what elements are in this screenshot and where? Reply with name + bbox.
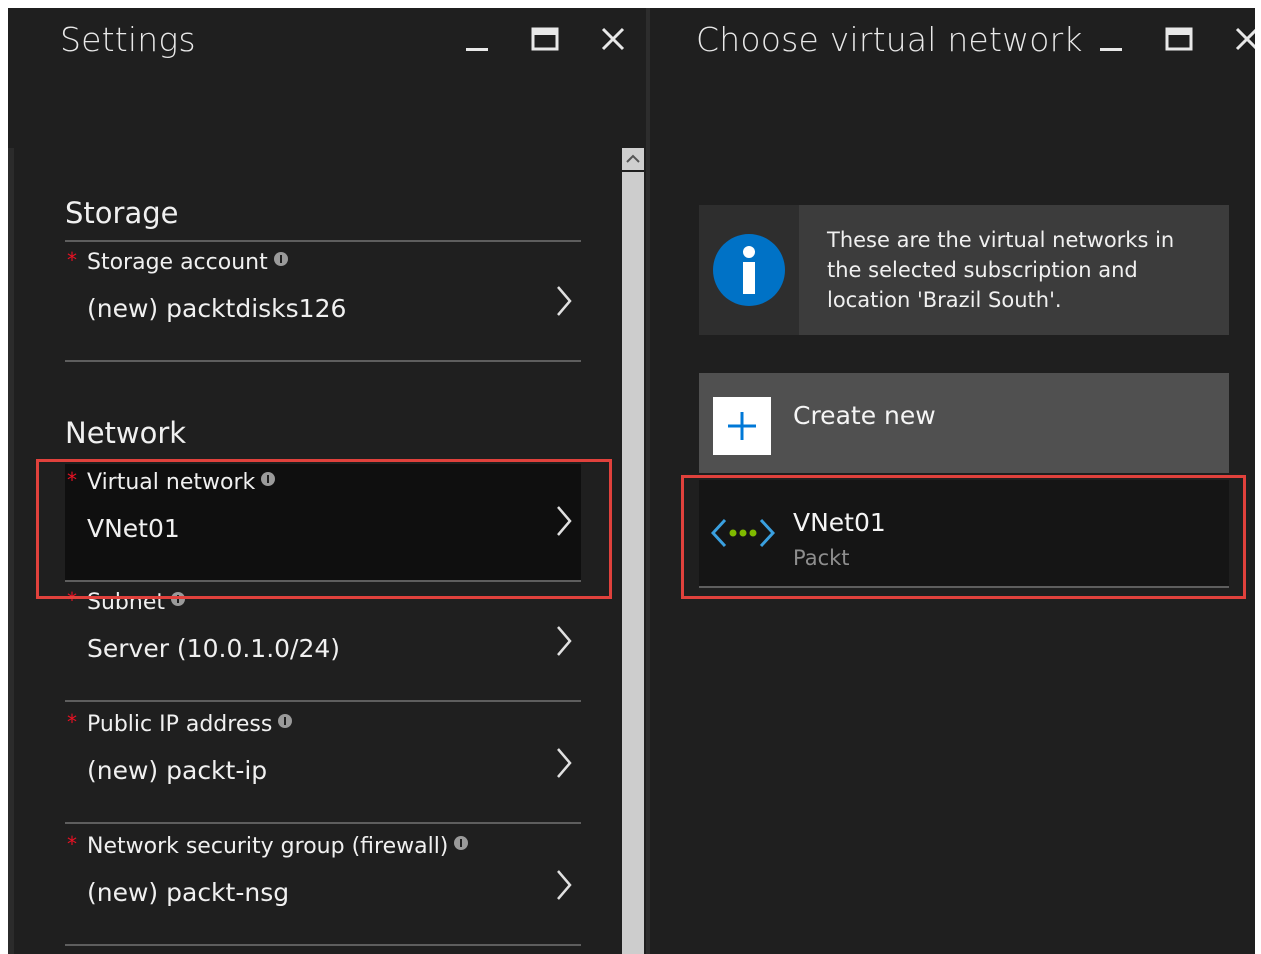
setting-row-public-ip-address[interactable]: * Public IP address (new) packt-ip xyxy=(65,706,581,824)
settings-blade-title: Settings xyxy=(60,20,196,59)
minimize-button[interactable] xyxy=(1094,22,1128,56)
setting-value: (new) packt-nsg xyxy=(87,878,290,907)
section-divider xyxy=(65,240,581,242)
close-icon xyxy=(1235,27,1255,51)
maximize-button[interactable] xyxy=(528,22,562,56)
maximize-icon xyxy=(1165,27,1193,51)
info-text: These are the virtual networks in the se… xyxy=(827,228,1175,312)
maximize-button[interactable] xyxy=(1162,22,1196,56)
minimize-icon xyxy=(1100,48,1122,51)
info-icon xyxy=(713,234,785,306)
info-message: These are the virtual networks in the se… xyxy=(699,205,1229,335)
settings-blade: Settings Storage * Storage account (new)… xyxy=(8,8,646,954)
row-divider xyxy=(65,944,581,946)
highlight-box-virtual-network xyxy=(36,459,612,599)
setting-label: Network security group (firewall) xyxy=(87,834,469,859)
scroll-up-button[interactable] xyxy=(622,148,644,170)
plus-icon xyxy=(728,412,756,440)
scrollbar-thumb[interactable] xyxy=(622,172,644,954)
info-icon[interactable] xyxy=(273,252,288,266)
row-divider xyxy=(65,360,581,362)
setting-value: (new) packt-ip xyxy=(87,756,268,785)
info-icon[interactable] xyxy=(454,836,469,850)
close-button[interactable] xyxy=(1230,22,1255,56)
vnet-blade-title: Choose virtual network xyxy=(696,20,1083,59)
minimize-icon xyxy=(466,48,488,51)
plus-icon-box xyxy=(713,397,771,455)
chevron-right-icon xyxy=(557,626,572,656)
setting-label: Storage account xyxy=(87,250,288,275)
setting-label: Public IP address xyxy=(87,712,293,737)
section-heading-storage: Storage xyxy=(65,196,179,230)
setting-label-text: Network security group (firewall) xyxy=(87,834,449,859)
row-divider xyxy=(65,822,581,824)
required-marker: * xyxy=(67,710,77,734)
row-divider xyxy=(65,700,581,702)
required-marker: * xyxy=(67,248,77,272)
chevron-up-icon xyxy=(626,154,640,163)
minimize-button[interactable] xyxy=(460,22,494,56)
choose-virtual-network-blade: Choose virtual network These are the vir… xyxy=(650,8,1255,954)
info-icon[interactable] xyxy=(278,714,293,728)
maximize-icon xyxy=(531,27,559,51)
info-icon-cell xyxy=(699,205,799,335)
setting-row-subnet[interactable]: * Subnet Server (10.0.1.0/24) xyxy=(65,584,581,702)
section-heading-network: Network xyxy=(65,416,187,450)
close-icon xyxy=(601,27,625,51)
setting-row-network-security-group[interactable]: * Network security group (firewall) (new… xyxy=(65,828,581,946)
blade-left-edge xyxy=(8,148,14,954)
create-new-label: Create new xyxy=(793,401,936,430)
setting-label-text: Public IP address xyxy=(87,712,273,737)
close-button[interactable] xyxy=(596,22,630,56)
setting-value: Server (10.0.1.0/24) xyxy=(87,634,341,663)
chevron-right-icon xyxy=(557,870,572,900)
setting-label-text: Storage account xyxy=(87,250,268,275)
required-marker: * xyxy=(67,832,77,856)
setting-row-storage-account[interactable]: * Storage account (new) packtdisks126 xyxy=(65,244,581,362)
highlight-box-vnet01 xyxy=(681,475,1246,599)
chevron-right-icon xyxy=(557,748,572,778)
create-new-button[interactable]: Create new xyxy=(699,373,1229,473)
setting-value: (new) packtdisks126 xyxy=(87,294,347,323)
chevron-right-icon xyxy=(557,286,572,316)
